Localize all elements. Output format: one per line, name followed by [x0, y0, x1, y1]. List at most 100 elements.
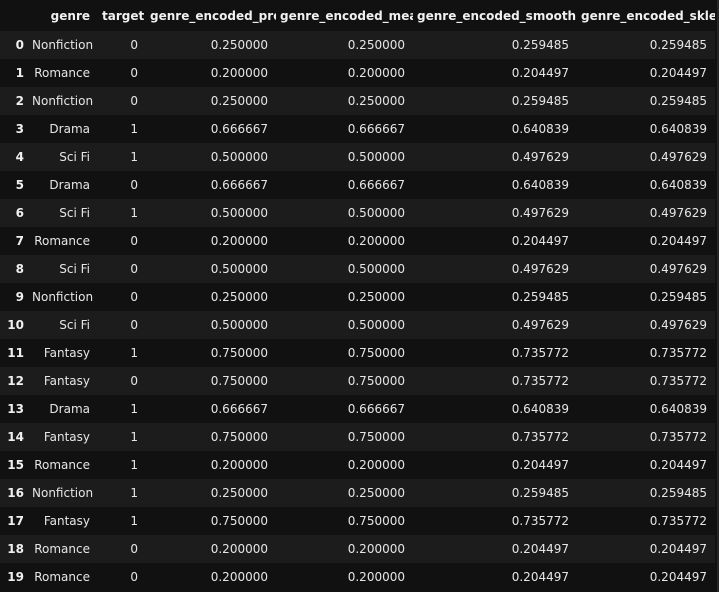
prob-cell: 0.666667 — [210, 402, 268, 416]
table-row: 8 Sci Fi 0 0.500000 0.500000 0.497629 0.497629 — [0, 255, 715, 283]
genre-cell: Drama — [49, 178, 90, 192]
target-cell: 1 — [130, 402, 138, 416]
sklearn-cell: 0.497629 — [649, 206, 707, 220]
prob-cell: 0.500000 — [210, 150, 268, 164]
mean-cell: 0.750000 — [347, 430, 405, 444]
table-row: 10 Sci Fi 0 0.500000 0.500000 0.497629 0.49762… — [0, 311, 715, 339]
sklearn-cell: 0.204497 — [649, 234, 707, 248]
table-row: 15 Romance 1 0.200000 0.200000 0.204497 0.2044… — [0, 451, 715, 479]
prob-cell: 0.250000 — [210, 486, 268, 500]
genre-cell: Sci Fi — [59, 206, 90, 220]
row-index: 14 — [7, 430, 24, 444]
smoothing-cell: 0.259485 — [511, 290, 569, 304]
mean-cell: 0.500000 — [347, 262, 405, 276]
genre-cell: Fantasy — [43, 346, 90, 360]
column-header-genre-encoded-sklearn: genre_encoded_sklearn — [581, 8, 715, 23]
row-index: 9 — [15, 290, 24, 304]
prob-cell: 0.200000 — [210, 570, 268, 584]
prob-cell: 0.666667 — [210, 178, 268, 192]
sklearn-cell: 0.735772 — [649, 430, 707, 444]
genre-cell: Romance — [34, 458, 90, 472]
prob-cell: 0.666667 — [210, 122, 268, 136]
genre-cell: Romance — [34, 542, 90, 556]
sklearn-cell: 0.735772 — [649, 346, 707, 360]
target-cell: 1 — [130, 346, 138, 360]
row-index: 12 — [7, 374, 24, 388]
smoothing-cell: 0.640839 — [511, 402, 569, 416]
genre-cell: Sci Fi — [59, 150, 90, 164]
table-body: 0 Nonfiction 0 0.250000 0.250000 0.259485 0.25… — [0, 31, 715, 591]
dataframe-output: genre target genre_encoded_prob genre_en… — [0, 0, 719, 592]
mean-cell: 0.200000 — [347, 66, 405, 80]
row-index: 10 — [7, 318, 24, 332]
prob-cell: 0.250000 — [210, 38, 268, 52]
smoothing-cell: 0.259485 — [511, 94, 569, 108]
mean-cell: 0.750000 — [347, 346, 405, 360]
row-index: 6 — [15, 206, 24, 220]
smoothing-cell: 0.735772 — [511, 346, 569, 360]
mean-cell: 0.500000 — [347, 318, 405, 332]
table-row: 12 Fantasy 0 0.750000 0.750000 0.735772 0.7357… — [0, 367, 715, 395]
column-header-target: target — [102, 8, 145, 23]
row-index: 18 — [7, 542, 24, 556]
sklearn-cell: 0.259485 — [649, 486, 707, 500]
table-row: 17 Fantasy 1 0.750000 0.750000 0.735772 0.7357… — [0, 507, 715, 535]
genre-cell: Nonfiction — [32, 38, 94, 52]
table-header: genre target genre_encoded_prob genre_en… — [0, 0, 715, 31]
row-index: 3 — [15, 122, 24, 136]
mean-cell: 0.250000 — [347, 94, 405, 108]
table-row: 0 Nonfiction 0 0.250000 0.250000 0.259485 0.25… — [0, 31, 715, 59]
mean-cell: 0.666667 — [347, 178, 405, 192]
prob-cell: 0.750000 — [210, 430, 268, 444]
row-index: 2 — [15, 94, 24, 108]
sklearn-cell: 0.640839 — [649, 122, 707, 136]
mean-cell: 0.250000 — [347, 486, 405, 500]
mean-cell: 0.666667 — [347, 122, 405, 136]
smoothing-cell: 0.497629 — [511, 262, 569, 276]
smoothing-cell: 0.497629 — [511, 206, 569, 220]
smoothing-cell: 0.204497 — [511, 570, 569, 584]
table-row: 3 Drama 1 0.666667 0.666667 0.640839 0.640839 — [0, 115, 715, 143]
smoothing-cell: 0.204497 — [511, 66, 569, 80]
row-index: 13 — [7, 402, 24, 416]
mean-cell: 0.666667 — [347, 402, 405, 416]
table-row: 2 Nonfiction 0 0.250000 0.250000 0.259485 0.25… — [0, 87, 715, 115]
table-row: 1 Romance 0 0.200000 0.200000 0.204497 0.20449… — [0, 59, 715, 87]
smoothing-cell: 0.497629 — [511, 150, 569, 164]
genre-cell: Sci Fi — [59, 262, 90, 276]
prob-cell: 0.500000 — [210, 318, 268, 332]
prob-cell: 0.200000 — [210, 458, 268, 472]
prob-cell: 0.200000 — [210, 234, 268, 248]
row-index: 4 — [15, 150, 24, 164]
target-cell: 0 — [130, 94, 138, 108]
target-cell: 0 — [130, 318, 138, 332]
row-index: 1 — [15, 66, 24, 80]
header-row: genre target genre_encoded_prob genre_en… — [0, 0, 715, 31]
column-header-genre-encoded-prob: genre_encoded_prob — [150, 8, 276, 23]
table-row: 4 Sci Fi 1 0.500000 0.500000 0.497629 0.497629 — [0, 143, 715, 171]
sklearn-cell: 0.735772 — [649, 514, 707, 528]
table-row: 6 Sci Fi 1 0.500000 0.500000 0.497629 0.497629 — [0, 199, 715, 227]
smoothing-cell: 0.259485 — [511, 38, 569, 52]
row-index: 7 — [15, 234, 24, 248]
mean-cell: 0.200000 — [347, 234, 405, 248]
target-cell: 1 — [130, 122, 138, 136]
table-row: 18 Romance 0 0.200000 0.200000 0.204497 0.2044… — [0, 535, 715, 563]
target-cell: 1 — [130, 206, 138, 220]
smoothing-cell: 0.497629 — [511, 318, 569, 332]
target-cell: 0 — [130, 542, 138, 556]
mean-cell: 0.200000 — [347, 542, 405, 556]
target-cell: 0 — [130, 374, 138, 388]
sklearn-cell: 0.735772 — [649, 374, 707, 388]
sklearn-cell: 0.204497 — [649, 542, 707, 556]
smoothing-cell: 0.259485 — [511, 486, 569, 500]
column-header-genre: genre — [50, 8, 90, 23]
genre-cell: Romance — [34, 234, 90, 248]
genre-cell: Drama — [49, 122, 90, 136]
table-row: 5 Drama 0 0.666667 0.666667 0.640839 0.640839 — [0, 171, 715, 199]
dataframe-table: genre target genre_encoded_prob genre_en… — [0, 0, 715, 591]
table-row: 16 Nonfiction 1 0.250000 0.250000 0.259485 0.2… — [0, 479, 715, 507]
mean-cell: 0.500000 — [347, 150, 405, 164]
genre-cell: Sci Fi — [59, 318, 90, 332]
row-index: 15 — [7, 458, 24, 472]
